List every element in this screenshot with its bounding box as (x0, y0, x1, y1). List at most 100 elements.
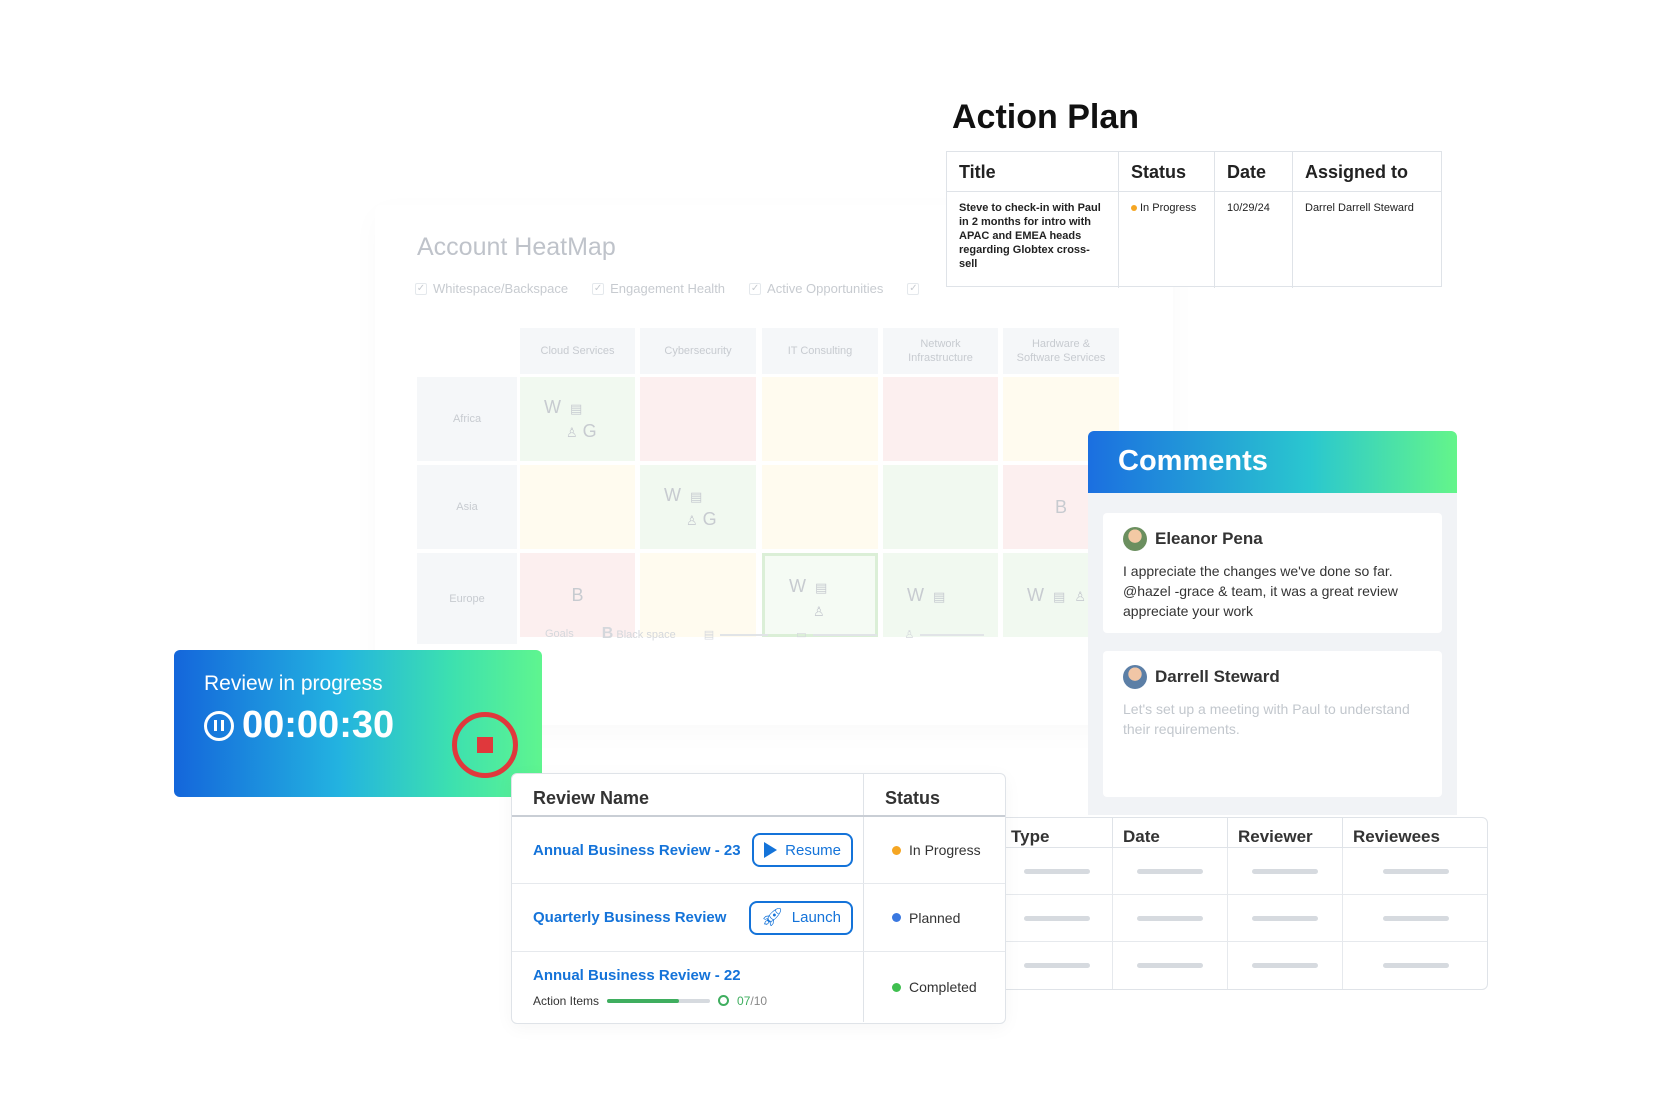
col-header-status: Status (1119, 152, 1215, 192)
notes-icon: ▤ (704, 628, 769, 641)
status-dot (892, 845, 901, 855)
person-icon: ♙ (905, 628, 985, 641)
col-header-type: Type (1001, 818, 1113, 847)
comment-author: Eleanor Pena (1155, 529, 1263, 548)
col-header-date: Date (1113, 818, 1228, 847)
heatmap-row-header: Africa (417, 377, 517, 461)
status-text: In Progress (909, 842, 981, 858)
rocket-icon: 🚀︎ (760, 907, 784, 927)
timer-display: 00:00:30 (204, 704, 394, 747)
notes-icon: ▤ (1053, 589, 1068, 604)
action-status-cell: In Progress (1119, 192, 1215, 288)
heatmap-cell[interactable]: W ▤ ♙ G (640, 465, 756, 549)
heatmap-row-header: Asia (417, 465, 517, 549)
chat-icon: ▭ (796, 628, 877, 641)
comments-panel: Comments Eleanor Pena I appreciate the c… (1088, 431, 1457, 815)
action-date-cell: 10/29/24 (1215, 192, 1293, 288)
comment-author: Darrell Steward (1155, 667, 1280, 686)
filter-more[interactable]: ✓ (907, 281, 920, 296)
comment-text: I appreciate the changes we've done so f… (1123, 563, 1398, 619)
col-header-reviewer: Reviewer (1228, 818, 1343, 847)
action-items-progress: Action Items 07/10 (533, 993, 768, 1008)
comment-card: Eleanor Pena I appreciate the changes we… (1103, 513, 1442, 633)
heatmap-cell[interactable] (640, 377, 756, 461)
placeholder-bar (1383, 915, 1449, 921)
heatmap-cell[interactable] (520, 465, 635, 549)
placeholder-bar (1023, 868, 1090, 874)
action-assignee-cell: Darrel Darrell Steward (1305, 202, 1414, 214)
heatmap-cell[interactable] (883, 377, 998, 461)
launch-button[interactable]: 🚀︎ Launch (748, 900, 853, 935)
notes-icon: ▤ (570, 401, 585, 416)
status-dot (892, 913, 901, 922)
heatmap-row-header: Europe (417, 553, 517, 644)
placeholder-bar (1137, 915, 1203, 921)
placeholder-bar (1383, 868, 1449, 874)
avatar (1123, 665, 1147, 689)
filter-active-opportunities[interactable]: ✓ Active Opportunities (749, 281, 883, 296)
action-plan-table: Title Status Date Assigned to Steve to c… (946, 151, 1442, 288)
person-icon: ♙ (686, 513, 698, 528)
review-detail-table: Type Date Reviewer Reviewees (1000, 817, 1488, 990)
placeholder-bar (1252, 868, 1318, 874)
review-link[interactable]: Annual Business Review - 22 (533, 967, 741, 984)
heatmap-col-header: Cybersecurity (640, 328, 756, 374)
heatmap-cell[interactable] (762, 465, 878, 549)
placeholder-bar (1252, 963, 1318, 968)
review-link[interactable]: Annual Business Review - 23 (533, 842, 741, 859)
progress-fill (607, 998, 680, 1003)
comment-card: Darrell Steward Let's set up a meeting w… (1103, 651, 1442, 797)
col-header-assigned-to: Assigned to (1293, 152, 1441, 192)
checkbox-icon: ✓ (415, 282, 427, 295)
placeholder-bar (1383, 963, 1449, 968)
col-header-reviewees: Reviewees (1353, 827, 1440, 846)
heatmap-filters: ✓ Whitespace/Backspace ✓ Engagement Health… (415, 281, 920, 296)
heatmap-title: Account HeatMap (417, 233, 616, 261)
heatmap-cell[interactable] (883, 465, 998, 549)
person-icon: ♙ (1074, 589, 1088, 604)
placeholder-bar (1137, 868, 1203, 874)
notes-icon: ▤ (933, 589, 948, 604)
review-link[interactable]: Quarterly Business Review (533, 909, 726, 926)
checkbox-icon: ✓ (907, 282, 920, 295)
status-text: Completed (909, 979, 977, 995)
placeholder-bar (1023, 963, 1090, 968)
avatar (1123, 527, 1147, 551)
pause-icon[interactable] (204, 710, 234, 741)
heatmap-cell[interactable] (762, 377, 878, 461)
comment-text: Let's set up a meeting with Paul to unde… (1123, 701, 1410, 737)
comments-title: Comments (1088, 431, 1457, 493)
progress-bar (607, 998, 711, 1003)
status-dot (1131, 205, 1137, 212)
heatmap-col-header: Network Infrastructure (883, 328, 998, 374)
table-row: Annual Business Review - 22 Action Items… (512, 952, 1005, 1022)
person-icon: ♙ (566, 425, 578, 440)
checkbox-icon: ✓ (592, 282, 605, 295)
heatmap-legend-footer: Goals B Black space ▤ ▭ ♙ (545, 625, 985, 643)
heatmap-col-header: IT Consulting (762, 328, 878, 374)
col-header-date: Date (1215, 152, 1293, 192)
table-row: Annual Business Review - 23 Resume In Pr… (512, 817, 1005, 884)
notes-icon: ▤ (815, 580, 830, 595)
action-title-cell: Steve to check-in with Paul in 2 months … (947, 192, 1119, 288)
person-icon: ♙ (813, 604, 825, 619)
heatmap-col-header: Cloud Services (520, 328, 635, 374)
timer-value: 00:00:30 (242, 704, 395, 746)
table-row: Quarterly Business Review 🚀︎ Launch Plann… (512, 884, 1005, 952)
timer-label: Review in progress (204, 672, 383, 695)
table-row (1001, 848, 1487, 895)
placeholder-bar (1252, 915, 1318, 921)
col-header-review-name: Review Name (512, 774, 864, 815)
heatmap-cell[interactable]: W ▤ ♙ G (520, 377, 635, 461)
stop-button[interactable] (452, 712, 518, 778)
play-icon (764, 842, 778, 858)
placeholder-bar (1137, 963, 1203, 968)
placeholder-bar (1023, 915, 1090, 921)
filter-engagement-health[interactable]: ✓ Engagement Health (592, 281, 725, 296)
check-circle-icon (718, 995, 730, 1006)
filter-whitespace[interactable]: ✓ Whitespace/Backspace (415, 281, 568, 296)
status-text: Planned (909, 909, 961, 926)
notes-icon: ▤ (690, 489, 705, 504)
review-timer-card: Review in progress 00:00:30 (174, 650, 542, 797)
resume-button[interactable]: Resume (752, 833, 853, 867)
